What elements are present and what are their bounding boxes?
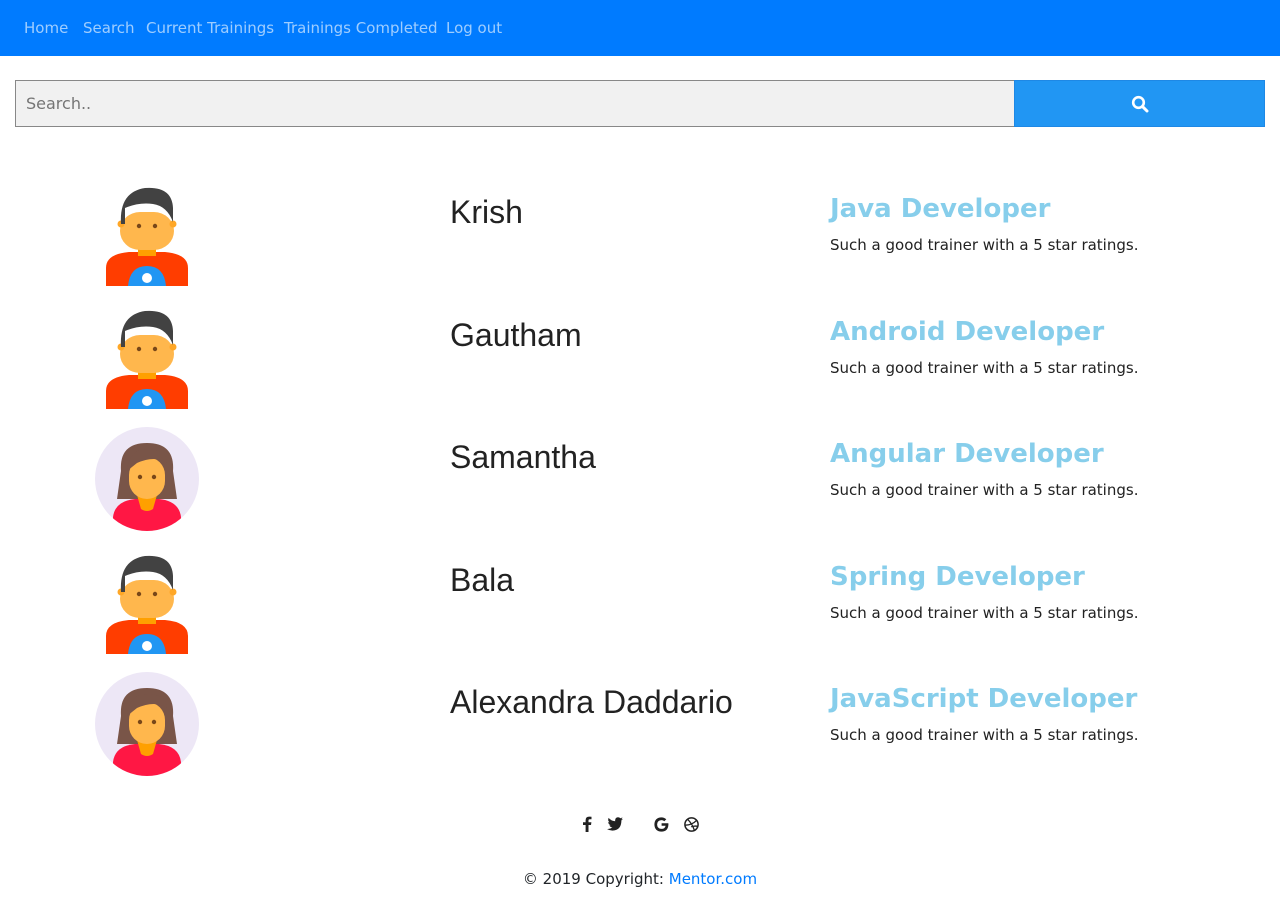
trainer-name: Samantha [450,439,596,475]
trainer-title-link[interactable]: Android Developer [830,317,1104,347]
search-button[interactable] [1014,80,1265,127]
search-input[interactable] [15,80,1015,127]
dribbble-icon[interactable] [679,812,703,836]
trainer-description: Such a good trainer with a 5 star rating… [830,481,1139,499]
google-icon[interactable] [649,812,673,836]
nav-log-out[interactable]: Log out [446,19,502,37]
search-icon [1131,95,1148,112]
trainer-name: Gautham [450,317,582,353]
social-links [575,812,705,838]
trainer-title-link[interactable]: Spring Developer [830,562,1085,592]
twitter-icon[interactable] [603,812,627,836]
trainer-row: Bala Spring Developer Such a good traine… [0,550,1280,660]
female-avatar-icon [95,427,199,531]
trainer-row: Krish Java Developer Such a good trainer… [0,182,1280,292]
copyright-text: © 2019 Copyright: [522,870,664,888]
trainer-name: Bala [450,562,515,598]
trainer-name: Alexandra Daddario [450,684,733,720]
trainer-name: Krish [450,194,523,230]
facebook-icon[interactable] [575,812,599,836]
trainer-description: Such a good trainer with a 5 star rating… [830,604,1139,622]
navbar: Home Search Current Trainings Trainings … [0,0,1280,56]
trainer-title-link[interactable]: JavaScript Developer [830,684,1137,714]
trainer-description: Such a good trainer with a 5 star rating… [830,236,1139,254]
footer-site-link[interactable]: Mentor.com [669,870,757,888]
nav-current-trainings[interactable]: Current Trainings [146,19,274,37]
trainer-row: Alexandra Daddario JavaScript Developer … [0,672,1280,782]
footer: © 2019 Copyright: Mentor.com [0,870,1280,888]
male-avatar-icon [95,305,199,409]
trainer-row: Samantha Angular Developer Such a good t… [0,427,1280,537]
male-avatar-icon [95,550,199,654]
nav-home[interactable]: Home [24,19,68,37]
search-bar [15,80,1265,127]
nav-trainings-completed[interactable]: Trainings Completed [284,19,438,37]
trainer-description: Such a good trainer with a 5 star rating… [830,359,1139,377]
trainer-description: Such a good trainer with a 5 star rating… [830,726,1139,744]
female-avatar-icon [95,672,199,776]
nav-search[interactable]: Search [83,19,135,37]
trainer-title-link[interactable]: Angular Developer [830,439,1104,469]
trainer-row: Gautham Android Developer Such a good tr… [0,305,1280,415]
trainer-title-link[interactable]: Java Developer [830,194,1050,224]
male-avatar-icon [95,182,199,286]
